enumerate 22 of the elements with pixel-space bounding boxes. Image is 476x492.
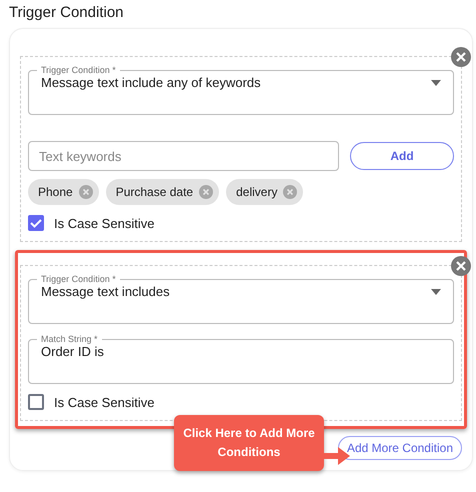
field-label: Match String * (40, 334, 99, 344)
checkbox[interactable] (28, 394, 44, 410)
checkbox[interactable] (28, 215, 44, 231)
checkbox-label: Is Case Sensitive (54, 216, 154, 230)
field-label: Trigger Condition * (40, 274, 117, 284)
add-more-condition-button[interactable]: Add More Condition (338, 436, 462, 460)
close-icon[interactable] (451, 47, 471, 67)
condition-select[interactable]: Trigger Condition * Message text includes (28, 274, 454, 324)
condition-select[interactable]: Trigger Condition * Message text include any of keywords (28, 65, 454, 115)
close-icon[interactable] (451, 256, 471, 276)
callout: Click Here to Add More Conditions (174, 415, 324, 471)
checkbox-label: Is Case Sensitive (54, 394, 154, 410)
keyword-input-field[interactable]: Text keywords (28, 141, 339, 171)
match-string-field[interactable]: Match String * Order ID is (28, 334, 454, 384)
keyword-chip: delivery (226, 179, 304, 205)
dropdown-caret-icon (431, 288, 441, 294)
section-title: Trigger Condition (8, 3, 124, 23)
keyword-chip: Phone (28, 179, 99, 205)
keyword-chip: Purchase date (106, 179, 220, 205)
field-label: Trigger Condition * (40, 65, 117, 75)
add-button[interactable]: Add (350, 142, 454, 170)
dropdown-caret-icon (431, 80, 441, 86)
